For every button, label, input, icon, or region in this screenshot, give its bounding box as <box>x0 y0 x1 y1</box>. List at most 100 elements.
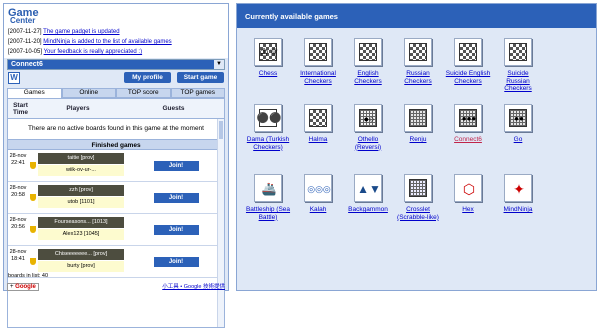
tab-bar: Games Online TOP score TOP games <box>7 88 225 98</box>
no-active-message: There are no active boards found in this… <box>28 125 204 132</box>
join-button[interactable]: Join! <box>153 160 199 171</box>
backgammon-icon[interactable]: ▲▼ <box>354 174 382 202</box>
game-link[interactable]: Halma <box>295 136 341 144</box>
game-tile[interactable]: ✦ MindNinja <box>495 174 541 214</box>
table-row: 28-nov 20:56 Fourseasons... [1013] Alex12… <box>8 214 224 246</box>
game-tile[interactable]: ▲▼ Backgammon <box>345 174 391 214</box>
game-tile[interactable]: ◎◎◎ Kalah <box>295 174 341 214</box>
checkers-board-icon[interactable] <box>304 38 332 66</box>
go-icon[interactable]: ●● <box>504 104 532 132</box>
othello-icon[interactable]: ●○ <box>354 104 382 132</box>
checkers-board-icon[interactable] <box>504 38 532 66</box>
scrollbar-thumb[interactable] <box>219 121 223 139</box>
footer-link[interactable]: 小工具 • Google 技術提供 <box>162 283 225 291</box>
game-tile[interactable]: Suicide Russian Checkers <box>495 38 541 93</box>
gadget-footer: + Google 小工具 • Google 技術提供 <box>7 283 225 291</box>
game-link[interactable]: Go <box>495 136 541 144</box>
crosslet-icon[interactable] <box>404 174 432 202</box>
halma-icon[interactable] <box>304 104 332 132</box>
news-item: [2007-11-20] MindNinja is added to the l… <box>8 39 172 45</box>
tab-top-score[interactable]: TOP score <box>116 88 171 98</box>
game-link[interactable]: Dama (Turkish Checkers) <box>245 136 291 151</box>
chess-icon[interactable]: ♔♕ <box>254 38 282 66</box>
game-tile[interactable]: Suicide English Checkers <box>445 38 491 85</box>
player-2[interactable]: wiik-ov-ur-... <box>38 165 124 176</box>
row-guests: Join! <box>128 150 224 181</box>
connect6-icon[interactable]: ●●● <box>454 104 482 132</box>
row-players: Chiseeeeeee... [prov] burty [prov] <box>38 246 128 277</box>
join-button[interactable]: Join! <box>153 256 199 267</box>
game-link[interactable]: Hex <box>445 206 491 214</box>
table-header: Start Time Players Guests <box>8 99 224 119</box>
chevron-down-icon[interactable]: ▼ <box>214 60 224 69</box>
game-link[interactable]: Renju <box>395 136 441 144</box>
game-link[interactable]: Suicide English Checkers <box>445 70 491 85</box>
start-game-button[interactable]: Start game <box>177 72 224 83</box>
game-tile[interactable]: Crosslet (Scrabble-like) <box>395 174 441 221</box>
player-1[interactable]: Chiseeeeeee... [prov] <box>38 249 124 260</box>
game-link[interactable]: Kalah <box>295 206 341 214</box>
hex-icon[interactable]: ⬡ <box>454 174 482 202</box>
player-2[interactable]: utob [1101] <box>38 197 124 208</box>
table-scrollbar[interactable] <box>217 119 224 327</box>
my-profile-button[interactable]: My profile <box>124 72 171 83</box>
trophy-icon <box>28 150 38 181</box>
news-item: [2007-10-05] Your feedback is really app… <box>8 49 143 55</box>
tab-online[interactable]: Online <box>61 88 116 98</box>
game-tile[interactable]: ●○ Othello (Reversi) <box>345 104 391 151</box>
news-link[interactable]: The game padget is updated <box>43 29 119 35</box>
tab-top-games[interactable]: TOP games <box>170 88 225 98</box>
game-link[interactable]: Crosslet (Scrabble-like) <box>395 206 441 221</box>
game-link[interactable]: Backgammon <box>345 206 391 214</box>
game-link[interactable]: Russian Checkers <box>395 70 441 85</box>
renju-icon[interactable] <box>404 104 432 132</box>
game-link[interactable]: Chess <box>245 70 291 78</box>
battleship-icon[interactable]: 🚢 <box>254 174 282 202</box>
trophy-icon <box>28 182 38 213</box>
game-tile[interactable]: English Checkers <box>345 38 391 85</box>
boards-count: boards in list: 40 <box>8 273 49 279</box>
news-link[interactable]: MindNinja is added to the list of availa… <box>43 39 171 45</box>
mindninja-icon[interactable]: ✦ <box>504 174 532 202</box>
game-link[interactable]: English Checkers <box>345 70 391 85</box>
dama-icon[interactable]: ⚫⚫ <box>254 104 282 132</box>
game-link[interactable]: Othello (Reversi) <box>345 136 391 151</box>
app-title-sub: Center <box>10 16 36 25</box>
game-link[interactable]: MindNinja <box>495 206 541 214</box>
tab-games[interactable]: Games <box>7 88 62 98</box>
panel-title: Currently available games <box>237 4 596 28</box>
player-2[interactable]: Alex123 [1045] <box>38 229 124 240</box>
logo-icon: W <box>8 72 20 84</box>
player-1[interactable]: Fourseasons... [1013] <box>38 217 124 228</box>
join-button[interactable]: Join! <box>153 192 199 203</box>
player-1[interactable]: taitie [prov] <box>38 153 124 164</box>
player-1[interactable]: zzh [prov] <box>38 185 124 196</box>
game-center-gadget: Game Center [2007-11-27] The game padget… <box>3 3 229 328</box>
game-link[interactable]: Battleship (Sea Battle) <box>245 206 291 221</box>
game-tile[interactable]: ⬡ Hex <box>445 174 491 214</box>
game-link[interactable]: International Checkers <box>295 70 341 85</box>
game-tile[interactable]: ●●● Connect6 <box>445 104 491 144</box>
game-tile[interactable]: Halma <box>295 104 341 144</box>
action-row: W My profile Start game <box>7 72 225 86</box>
join-button[interactable]: Join! <box>153 224 199 235</box>
game-tile[interactable]: ⚫⚫ Dama (Turkish Checkers) <box>245 104 291 151</box>
google-add-button[interactable]: + Google <box>7 283 39 291</box>
row-date: 28-nov 20:56 <box>9 217 27 230</box>
game-link[interactable]: Suicide Russian Checkers <box>495 70 541 93</box>
game-tile[interactable]: ●● Go <box>495 104 541 144</box>
player-2[interactable]: burty [prov] <box>38 261 124 272</box>
news-link[interactable]: Your feedback is really appreciated :) <box>44 49 143 55</box>
game-tile[interactable]: 🚢 Battleship (Sea Battle) <box>245 174 291 221</box>
kalah-icon[interactable]: ◎◎◎ <box>304 174 332 202</box>
checkers-board-icon[interactable] <box>454 38 482 66</box>
game-tile[interactable]: International Checkers <box>295 38 341 85</box>
game-select[interactable]: Connect6 ▼ <box>7 59 225 70</box>
game-tile[interactable]: Renju <box>395 104 441 144</box>
game-tile[interactable]: ♔♕ Chess <box>245 38 291 78</box>
checkers-board-icon[interactable] <box>404 38 432 66</box>
game-link[interactable]: Connect6 <box>445 136 491 144</box>
column-players: Players <box>66 105 90 112</box>
game-tile[interactable]: Russian Checkers <box>395 38 441 85</box>
checkers-board-icon[interactable] <box>354 38 382 66</box>
